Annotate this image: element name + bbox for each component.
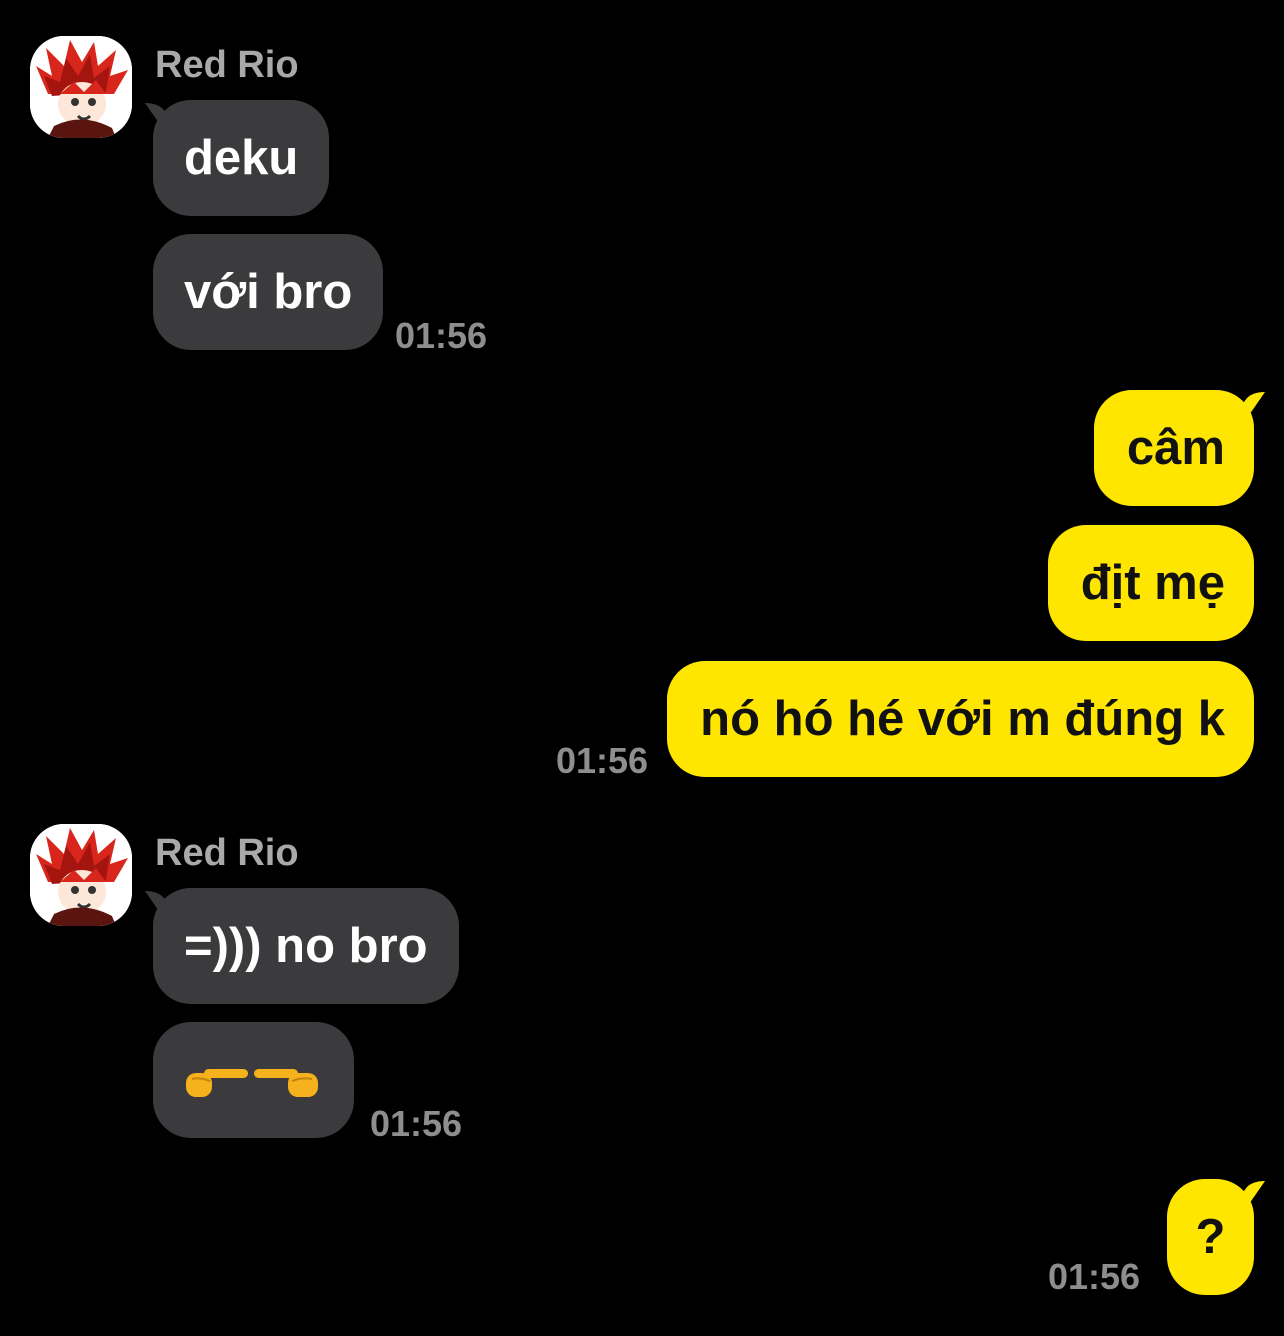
- message-bubble-incoming[interactable]: 👉👈: [153, 1022, 354, 1138]
- message-bubble-incoming[interactable]: với bro: [153, 234, 384, 350]
- sender-name: Red Rio: [155, 832, 299, 874]
- message-bubble-incoming[interactable]: deku: [153, 100, 330, 216]
- message-bubble-incoming[interactable]: =))) no bro: [153, 888, 459, 1004]
- message-bubble-outgoing[interactable]: nó hó hé với m đúng k: [667, 661, 1254, 777]
- sender-name: Red Rio: [155, 44, 299, 86]
- avatar[interactable]: [30, 36, 132, 138]
- red-hair-anime-avatar-icon: [30, 824, 132, 926]
- message-bubble-outgoing[interactable]: câm: [1093, 390, 1254, 506]
- pointing-fingers-emoji-icon: [186, 1069, 318, 1098]
- red-hair-anime-avatar-icon: [30, 36, 132, 138]
- message-timestamp: 01:56: [395, 315, 488, 356]
- message-timestamp: 01:56: [556, 740, 649, 781]
- message-bubble-outgoing[interactable]: địt mẹ: [1047, 525, 1254, 641]
- message-timestamp: 01:56: [1048, 1256, 1141, 1297]
- message-bubble-outgoing[interactable]: ?: [1167, 1179, 1254, 1295]
- avatar[interactable]: [30, 824, 132, 926]
- message-timestamp: 01:56: [370, 1103, 463, 1144]
